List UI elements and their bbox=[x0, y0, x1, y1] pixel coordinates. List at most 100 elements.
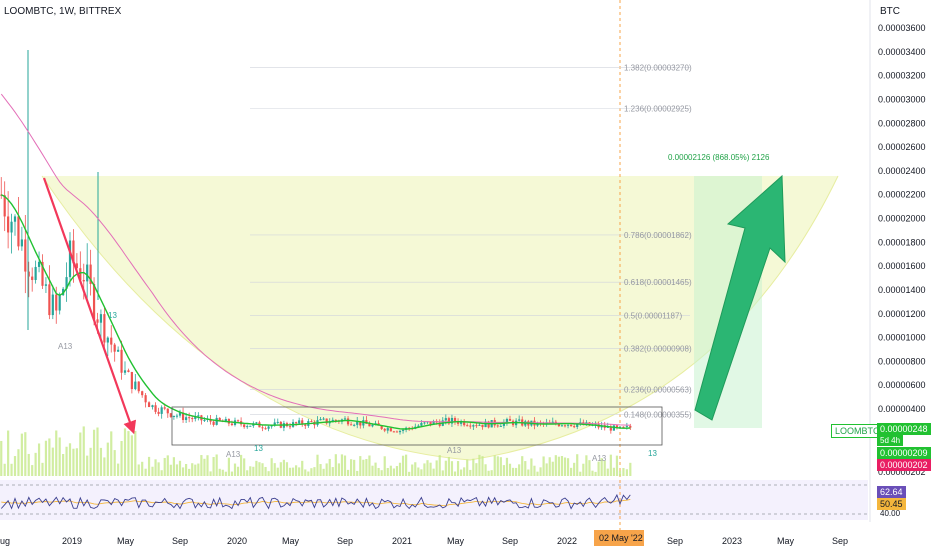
volume-bar bbox=[542, 456, 545, 476]
volume-bar bbox=[79, 432, 82, 476]
volume-bar bbox=[508, 463, 512, 476]
projection-target-label: 0.00002126 (868.05%) 2126 bbox=[668, 153, 770, 162]
time-tick-label: 2023 bbox=[722, 536, 742, 546]
volume-bar bbox=[401, 455, 405, 476]
volume-bar bbox=[113, 450, 116, 476]
volume-bar bbox=[169, 464, 172, 476]
price-tick-label: 0.00001400 bbox=[878, 285, 926, 295]
candle-body bbox=[444, 418, 447, 421]
volume-bar bbox=[524, 461, 527, 476]
volume-bar bbox=[356, 470, 359, 476]
volume-bar bbox=[481, 456, 484, 476]
volume-bar bbox=[276, 467, 279, 476]
volume-bar bbox=[585, 455, 588, 476]
volume-bar bbox=[609, 454, 612, 476]
volume-bar bbox=[224, 471, 227, 476]
candle-body bbox=[453, 418, 457, 422]
price-tick-label: 0.00000400 bbox=[878, 404, 926, 414]
candle-body bbox=[392, 431, 395, 433]
volume-bar bbox=[7, 430, 10, 476]
volume-bar bbox=[573, 462, 576, 476]
volume-bar bbox=[144, 468, 147, 476]
volume-bar bbox=[37, 443, 41, 476]
candle-body bbox=[120, 349, 123, 373]
volume-bar bbox=[456, 461, 460, 476]
candle-body bbox=[92, 284, 96, 320]
volume-bar bbox=[279, 462, 282, 476]
td-label-6: 13 bbox=[648, 449, 657, 458]
volume-bar bbox=[591, 470, 594, 476]
volume-bar bbox=[65, 446, 68, 476]
volume-bar bbox=[622, 468, 625, 476]
volume-bar bbox=[166, 455, 169, 476]
volume-bar bbox=[249, 466, 252, 476]
volume-bar bbox=[103, 457, 106, 476]
candle-body bbox=[106, 337, 109, 343]
candle-body bbox=[212, 421, 215, 425]
price-tick-label: 0.00002400 bbox=[878, 166, 926, 176]
candle-body bbox=[144, 395, 147, 403]
candle-body bbox=[82, 279, 85, 282]
time-tick-label: 2022 bbox=[557, 536, 577, 546]
candle-body bbox=[154, 405, 157, 412]
time-tick-label: 2021 bbox=[392, 536, 412, 546]
countdown-badge: 5d 4h bbox=[877, 435, 904, 446]
candle-body bbox=[322, 418, 325, 420]
volume-bar bbox=[127, 431, 130, 476]
candle-body bbox=[560, 425, 564, 427]
price-tick-label: 0.00003200 bbox=[878, 71, 926, 81]
candle-body bbox=[127, 370, 130, 373]
candle-body bbox=[134, 381, 137, 390]
volume-bar bbox=[551, 461, 554, 476]
candle-body bbox=[185, 417, 188, 421]
candle-body bbox=[175, 415, 179, 417]
volume-bar bbox=[328, 458, 331, 476]
volume-bar bbox=[316, 454, 319, 476]
volume-bar bbox=[157, 462, 160, 476]
volume-bar bbox=[172, 457, 175, 476]
fib-level-label: 0.236(0.00000563) bbox=[624, 386, 692, 395]
candle-body bbox=[368, 423, 371, 427]
volume-bar bbox=[218, 468, 221, 476]
volume-bar bbox=[594, 471, 597, 476]
chart-canvas[interactable]: 1.382(0.00003270) 1.236(0.00002925) 0.786(… bbox=[0, 0, 932, 550]
price-badge-2: 0.00000209 bbox=[877, 447, 931, 459]
fib-level-label: 0.148(0.00000355) bbox=[624, 410, 692, 419]
td-label-1: A13 bbox=[58, 342, 73, 351]
volume-bar bbox=[389, 465, 392, 476]
volume-bar bbox=[533, 465, 536, 476]
fib-level-label: 1.382(0.00003270) bbox=[624, 63, 692, 72]
volume-bar bbox=[185, 463, 188, 476]
volume-bar bbox=[181, 467, 185, 476]
volume-bar bbox=[505, 457, 509, 476]
td-label-2: A13 bbox=[226, 450, 241, 459]
volume-bar bbox=[588, 460, 591, 476]
candle-body bbox=[130, 372, 133, 390]
candle-body bbox=[99, 314, 103, 323]
candle-body bbox=[243, 424, 246, 428]
volume-bar bbox=[453, 471, 457, 476]
price-badge-3: 0.00000202 bbox=[877, 459, 931, 471]
volume-bar bbox=[246, 470, 249, 476]
price-tick-label: 0.00000800 bbox=[878, 356, 926, 366]
volume-bar bbox=[521, 456, 524, 476]
candle-body bbox=[255, 422, 258, 424]
rsi-value-badge: 62.64 bbox=[877, 486, 906, 498]
volume-bar bbox=[230, 471, 234, 476]
candle-body bbox=[346, 418, 350, 425]
volume-bar bbox=[10, 463, 13, 476]
price-tick-label: 0.00002200 bbox=[878, 190, 926, 200]
candle-body bbox=[310, 421, 313, 423]
volume-bar bbox=[134, 430, 137, 476]
volume-bar bbox=[252, 466, 255, 476]
volume-bar bbox=[301, 460, 304, 476]
volume-bar bbox=[432, 468, 435, 476]
volume-bar bbox=[518, 464, 521, 476]
volume-bar bbox=[99, 447, 103, 476]
price-tick-label: 0.00001200 bbox=[878, 309, 926, 319]
volume-bar bbox=[89, 447, 92, 476]
volume-bar bbox=[282, 459, 285, 476]
volume-bar bbox=[582, 463, 585, 476]
candle-body bbox=[420, 422, 423, 426]
volume-bar bbox=[264, 466, 267, 476]
